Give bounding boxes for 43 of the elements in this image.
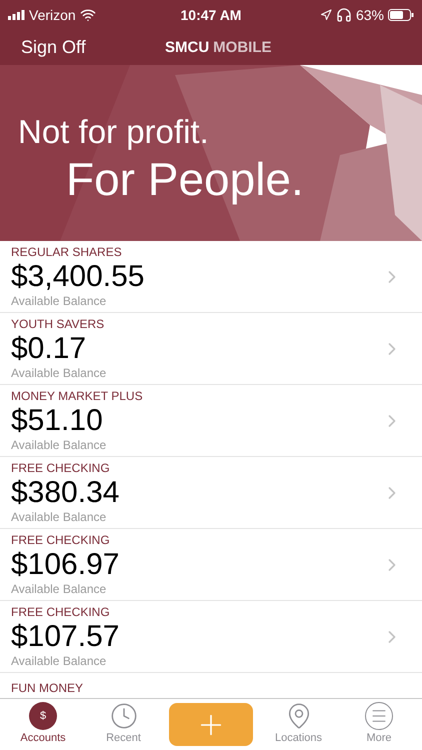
account-balance: $0.17	[11, 332, 88, 366]
balance-caption: Available Balance	[11, 654, 108, 668]
battery-icon	[388, 9, 414, 21]
dollar-icon: $	[29, 702, 57, 730]
account-name: REGULAR SHARES	[11, 244, 123, 260]
account-name: FREE CHECKING	[11, 460, 111, 476]
balance-caption: Available Balance	[11, 366, 108, 380]
app-title: SMCU	[165, 38, 210, 58]
account-row[interactable]: FREE CHECKING $107.57 Available Balance	[0, 601, 422, 673]
location-arrow-icon	[320, 9, 332, 21]
account-name: FUN MONEY	[11, 681, 83, 695]
account-row[interactable]: FREE CHECKING $106.97 Available Balance	[0, 529, 422, 601]
account-balance: $107.57	[11, 620, 120, 654]
account-row[interactable]: YOUTH SAVERS $0.17 Available Balance	[0, 313, 422, 385]
app-subtitle: MOBILE	[213, 38, 272, 58]
headphones-icon	[336, 7, 352, 23]
balance-caption: Available Balance	[11, 582, 108, 596]
account-balance: $51.10	[11, 404, 104, 438]
balance-caption: Available Balance	[11, 438, 108, 452]
account-row[interactable]: MONEY MARKET PLUS $51.10 Available Balance	[0, 385, 422, 457]
carrier-name: Verizon	[29, 6, 76, 24]
clock-icon	[110, 702, 138, 730]
account-balance: $106.97	[11, 548, 120, 582]
balance-caption: Available Balance	[11, 510, 108, 524]
account-name: YOUTH SAVERS	[11, 316, 106, 332]
clock-time: 10:47 AM	[180, 6, 242, 24]
signal-icon	[8, 10, 25, 20]
battery-percent: 63%	[356, 6, 384, 24]
account-name: FREE CHECKING	[11, 604, 111, 620]
menu-icon	[365, 702, 393, 730]
account-balance: $380.34	[11, 476, 120, 510]
add-button[interactable]	[169, 703, 253, 746]
slogan-line: Not for profit.	[18, 115, 210, 148]
account-row[interactable]: REGULAR SHARES $3,400.55 Available Balance	[0, 241, 422, 313]
wifi-icon	[80, 7, 96, 23]
account-name: MONEY MARKET PLUS	[11, 388, 144, 404]
account-row[interactable]: FREE CHECKING $380.34 Available Balance	[0, 457, 422, 529]
account-balance: $3,400.55	[11, 260, 146, 294]
account-name: FREE CHECKING	[11, 532, 111, 548]
balance-caption: Available Balance	[11, 294, 108, 308]
tab-button[interactable]: $ Accounts	[8, 702, 78, 747]
sign-off-button[interactable]: Sign Off	[21, 34, 86, 61]
slogan-line: For People.	[66, 156, 304, 202]
